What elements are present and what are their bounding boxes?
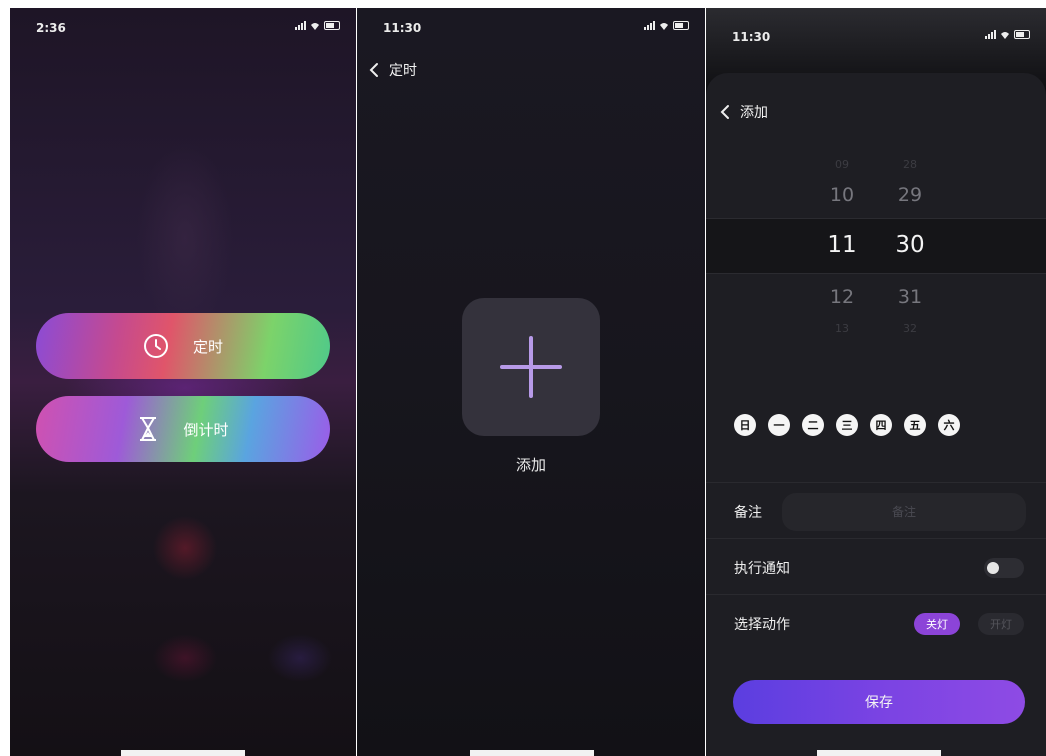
note-label: 备注 <box>734 505 762 521</box>
status-time: 11:30 <box>732 30 771 44</box>
weekday-tue[interactable]: 二 <box>802 414 824 436</box>
nav-bar: 定时 <box>369 60 417 80</box>
signal-icon <box>644 21 655 30</box>
picker-hour: 11 <box>827 232 857 258</box>
add-timer-button[interactable] <box>462 298 600 436</box>
picker-row: 13 32 <box>706 322 1046 335</box>
nav-title: 添加 <box>740 105 768 121</box>
weekday-thu[interactable]: 四 <box>870 414 892 436</box>
picker-minute: 31 <box>897 286 923 308</box>
picker-minute: 30 <box>895 232 925 258</box>
note-row: 备注 <box>706 482 1046 539</box>
toggle-knob <box>987 562 999 574</box>
battery-icon <box>673 21 689 30</box>
action-on-chip[interactable]: 开灯 <box>978 613 1024 635</box>
status-bar: 2:36 <box>10 18 356 38</box>
picker-row: 10 29 <box>706 184 1046 206</box>
notify-row: 执行通知 <box>706 538 1046 595</box>
action-row: 选择动作 关灯 开灯 <box>706 594 1046 651</box>
action-off-chip[interactable]: 关灯 <box>914 613 960 635</box>
picker-row-selected: 11 30 <box>706 232 1046 258</box>
add-timer-screen: 11:30 添加 09 28 10 29 11 30 12 31 13 32 日… <box>706 8 1046 756</box>
countdown-button-label: 倒计时 <box>183 420 229 439</box>
status-bar: 11:30 <box>706 18 1046 44</box>
weekday-selector: 日 一 二 三 四 五 六 <box>734 414 960 436</box>
picker-minute: 28 <box>903 158 917 171</box>
picker-minute: 29 <box>897 184 923 206</box>
signal-icon <box>985 30 996 39</box>
signal-icon <box>295 21 306 30</box>
battery-icon <box>324 21 340 30</box>
action-label: 选择动作 <box>734 617 790 633</box>
weekday-fri[interactable]: 五 <box>904 414 926 436</box>
plus-icon <box>500 336 562 398</box>
status-icons <box>295 21 340 30</box>
picker-hour: 12 <box>829 286 855 308</box>
back-chevron-icon[interactable] <box>720 104 730 120</box>
status-time: 11:30 <box>383 21 422 35</box>
nav-title: 定时 <box>389 63 417 79</box>
picker-minute: 32 <box>903 322 917 335</box>
status-bar: 11:30 <box>357 18 705 38</box>
wifi-icon <box>311 22 319 30</box>
timer-button[interactable]: 定时 <box>36 313 330 379</box>
battery-icon <box>1014 30 1030 39</box>
picker-row: 12 31 <box>706 286 1046 308</box>
home-indicator <box>817 750 941 756</box>
timer-home-screen: 2:36 定时 倒计时 <box>10 8 356 756</box>
timer-list-screen: 11:30 定时 添加 <box>357 8 705 756</box>
clock-icon <box>143 334 168 358</box>
picker-row: 09 28 <box>706 158 1046 171</box>
wifi-icon <box>1001 31 1009 39</box>
status-time: 2:36 <box>36 21 66 35</box>
countdown-button[interactable]: 倒计时 <box>36 396 330 462</box>
weekday-wed[interactable]: 三 <box>836 414 858 436</box>
wifi-icon <box>660 22 668 30</box>
notify-toggle[interactable] <box>984 558 1024 578</box>
add-label: 添加 <box>515 456 546 474</box>
timer-button-label: 定时 <box>192 337 223 356</box>
weekday-sun[interactable]: 日 <box>734 414 756 436</box>
back-chevron-icon[interactable] <box>369 62 379 78</box>
status-icons <box>985 30 1030 39</box>
home-indicator <box>121 750 245 756</box>
hourglass-icon <box>140 417 157 441</box>
picker-hour: 09 <box>835 158 849 171</box>
status-icons <box>644 21 689 30</box>
home-indicator <box>470 750 594 756</box>
picker-hour: 13 <box>835 322 849 335</box>
weekday-sat[interactable]: 六 <box>938 414 960 436</box>
note-input[interactable] <box>782 493 1026 531</box>
notify-label: 执行通知 <box>734 561 790 577</box>
picker-hour: 10 <box>829 184 855 206</box>
weekday-mon[interactable]: 一 <box>768 414 790 436</box>
save-button[interactable]: 保存 <box>733 680 1025 724</box>
nav-bar: 添加 <box>720 102 768 122</box>
